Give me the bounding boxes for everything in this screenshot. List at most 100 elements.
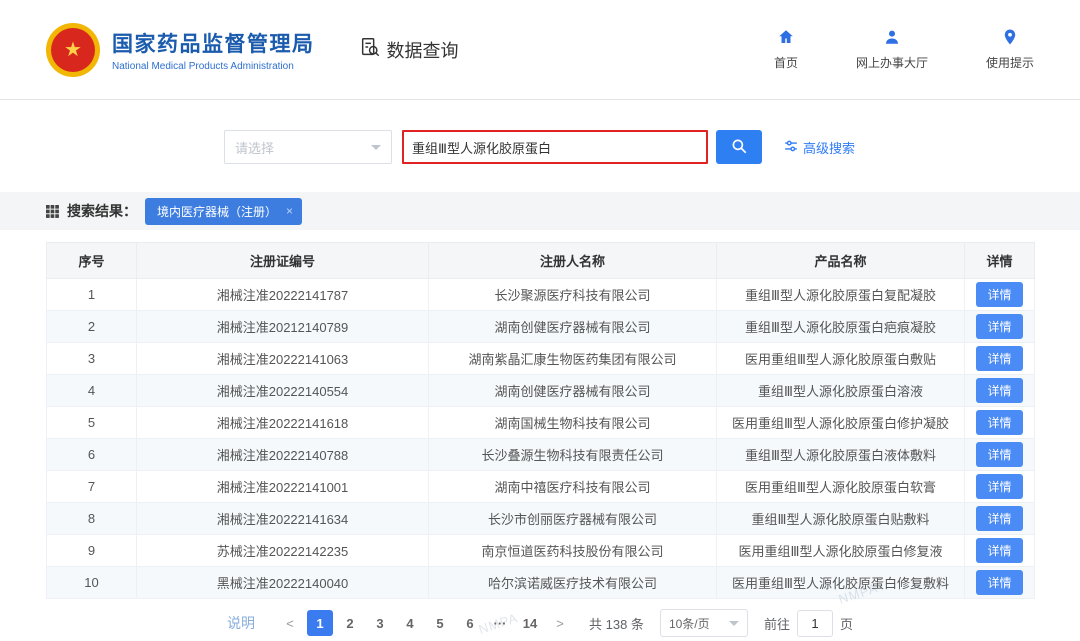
page-button-2[interactable]: 2	[337, 610, 363, 636]
results-bar: 搜索结果： 境内医疗器械（注册） ×	[0, 192, 1080, 230]
table-row: 4湘械注准20222140554湖南创健医疗器械有限公司重组Ⅲ型人源化胶原蛋白溶…	[47, 375, 1035, 407]
product-name: 医用重组Ⅲ型人源化胶原蛋白敷贴	[717, 343, 965, 375]
col-detail: 详情	[965, 243, 1035, 279]
prev-page-button[interactable]: <	[277, 610, 303, 636]
row-no: 5	[47, 407, 137, 439]
search-section: 请选择 高级搜索	[224, 130, 1080, 164]
advanced-search-label: 高级搜索	[803, 138, 855, 157]
next-page-button[interactable]: >	[547, 610, 573, 636]
national-emblem-icon: ★	[51, 28, 95, 72]
pagination: 说明 < 123456···14 > 共 138 条 10条/页 前往 页	[0, 609, 1080, 637]
cert-number: 湘械注准20222141787	[137, 279, 429, 311]
results-label: 搜索结果：	[67, 201, 137, 221]
detail-button[interactable]: 详情	[976, 506, 1022, 531]
product-name: 重组Ⅲ型人源化胶原蛋白疤痕凝胶	[717, 311, 965, 343]
cert-number: 湘械注准20222141001	[137, 471, 429, 503]
table-row: 2湘械注准20212140789湖南创健医疗器械有限公司重组Ⅲ型人源化胶原蛋白疤…	[47, 311, 1035, 343]
cert-number: 湘械注准20222141634	[137, 503, 429, 535]
detail-button[interactable]: 详情	[976, 314, 1022, 339]
page-title-label: 数据查询	[387, 37, 459, 63]
filter-tag-label: 境内医疗器械（注册）	[157, 203, 277, 220]
registrant-name: 长沙聚源医疗科技有限公司	[429, 279, 717, 311]
product-name: 重组Ⅲ型人源化胶原蛋白复配凝胶	[717, 279, 965, 311]
row-no: 6	[47, 439, 137, 471]
registrant-name: 长沙叠源生物科技有限责任公司	[429, 439, 717, 471]
magnifier-icon	[730, 137, 748, 158]
registrant-name: 哈尔滨诺威医疗技术有限公司	[429, 567, 717, 599]
nav-label: 网上办事大厅	[856, 54, 928, 71]
results-table: 序号 注册证编号 注册人名称 产品名称 详情 1湘械注准20222141787长…	[46, 242, 1035, 599]
registrant-name: 湖南创健医疗器械有限公司	[429, 375, 717, 407]
product-name: 重组Ⅲ型人源化胶原蛋白液体敷料	[717, 439, 965, 471]
registrant-name: 湖南国械生物科技有限公司	[429, 407, 717, 439]
cert-number: 湘械注准20222141618	[137, 407, 429, 439]
registrant-name: 长沙市创丽医疗器械有限公司	[429, 503, 717, 535]
page-button-3[interactable]: 3	[367, 610, 393, 636]
goto-label: 前往	[764, 614, 790, 633]
nav-item-home[interactable]: 首页	[774, 28, 798, 71]
detail-button[interactable]: 详情	[976, 474, 1022, 499]
table-row: 5湘械注准20222141618湖南国械生物科技有限公司医用重组Ⅲ型人源化胶原蛋…	[47, 407, 1035, 439]
page-button-14[interactable]: 14	[517, 610, 543, 636]
results-table-wrap: 序号 注册证编号 注册人名称 产品名称 详情 1湘械注准20222141787长…	[46, 242, 1034, 599]
detail-button[interactable]: 详情	[976, 538, 1022, 563]
close-icon[interactable]: ×	[286, 204, 293, 218]
filter-tag[interactable]: 境内医疗器械（注册） ×	[145, 198, 302, 225]
cert-number: 湘械注准20222141063	[137, 343, 429, 375]
category-placeholder: 请选择	[235, 138, 274, 157]
registrant-name: 南京恒道医药科技股份有限公司	[429, 535, 717, 567]
product-name: 医用重组Ⅲ型人源化胶原蛋白修护凝胶	[717, 407, 965, 439]
col-no: 序号	[47, 243, 137, 279]
page-button-1[interactable]: 1	[307, 610, 333, 636]
row-no: 7	[47, 471, 137, 503]
row-no: 8	[47, 503, 137, 535]
cert-number: 苏械注准20222142235	[137, 535, 429, 567]
product-name: 重组Ⅲ型人源化胶原蛋白溶液	[717, 375, 965, 407]
product-name: 医用重组Ⅲ型人源化胶原蛋白修复敷料	[717, 567, 965, 599]
registrant-name: 湖南中禧医疗科技有限公司	[429, 471, 717, 503]
note-label: 说明	[227, 613, 255, 633]
col-cert: 注册证编号	[137, 243, 429, 279]
chevron-down-icon	[729, 621, 739, 626]
cert-number: 湘械注准20222140788	[137, 439, 429, 471]
table-row: 7湘械注准20222141001湖南中禧医疗科技有限公司医用重组Ⅲ型人源化胶原蛋…	[47, 471, 1035, 503]
row-no: 9	[47, 535, 137, 567]
search-input[interactable]	[402, 130, 708, 164]
nmpa-logo: ★	[46, 23, 100, 77]
page-button-5[interactable]: 5	[427, 610, 453, 636]
filter-icon	[784, 139, 798, 156]
total-count: 共 138 条	[589, 614, 644, 633]
nav-item-tips[interactable]: 使用提示	[986, 28, 1034, 71]
table-row: 8湘械注准20222141634长沙市创丽医疗器械有限公司重组Ⅲ型人源化胶原蛋白…	[47, 503, 1035, 535]
table-body: 1湘械注准20222141787长沙聚源医疗科技有限公司重组Ⅲ型人源化胶原蛋白复…	[47, 279, 1035, 599]
row-no: 3	[47, 343, 137, 375]
home-icon	[777, 28, 795, 49]
search-button[interactable]	[716, 130, 762, 164]
page-ellipsis[interactable]: ···	[487, 610, 513, 636]
page-button-4[interactable]: 4	[397, 610, 423, 636]
table-row: 9苏械注准20222142235南京恒道医药科技股份有限公司医用重组Ⅲ型人源化胶…	[47, 535, 1035, 567]
registrant-name: 湖南紫晶汇康生物医药集团有限公司	[429, 343, 717, 375]
product-name: 重组Ⅲ型人源化胶原蛋白贴敷料	[717, 503, 965, 535]
site-header: ★ 国家药品监督管理局 National Medical Products Ad…	[0, 0, 1080, 100]
grid-icon	[46, 205, 59, 218]
advanced-search-link[interactable]: 高级搜索	[784, 138, 855, 157]
pin-icon	[1001, 28, 1019, 49]
goto-page-input[interactable]	[797, 610, 833, 637]
page-button-6[interactable]: 6	[457, 610, 483, 636]
detail-button[interactable]: 详情	[976, 378, 1022, 403]
col-product: 产品名称	[717, 243, 965, 279]
detail-button[interactable]: 详情	[976, 410, 1022, 435]
detail-button[interactable]: 详情	[976, 282, 1022, 307]
row-no: 2	[47, 311, 137, 343]
cert-number: 黑械注准20222140040	[137, 567, 429, 599]
nav-label: 使用提示	[986, 54, 1034, 71]
detail-button[interactable]: 详情	[976, 346, 1022, 371]
nav-item-service-hall[interactable]: 网上办事大厅	[856, 28, 928, 71]
page-size-select[interactable]: 10条/页	[660, 609, 748, 637]
category-select[interactable]: 请选择	[224, 130, 392, 164]
table-row: 3湘械注准20222141063湖南紫晶汇康生物医药集团有限公司医用重组Ⅲ型人源…	[47, 343, 1035, 375]
detail-button[interactable]: 详情	[976, 442, 1022, 467]
detail-button[interactable]: 详情	[976, 570, 1022, 595]
row-no: 4	[47, 375, 137, 407]
